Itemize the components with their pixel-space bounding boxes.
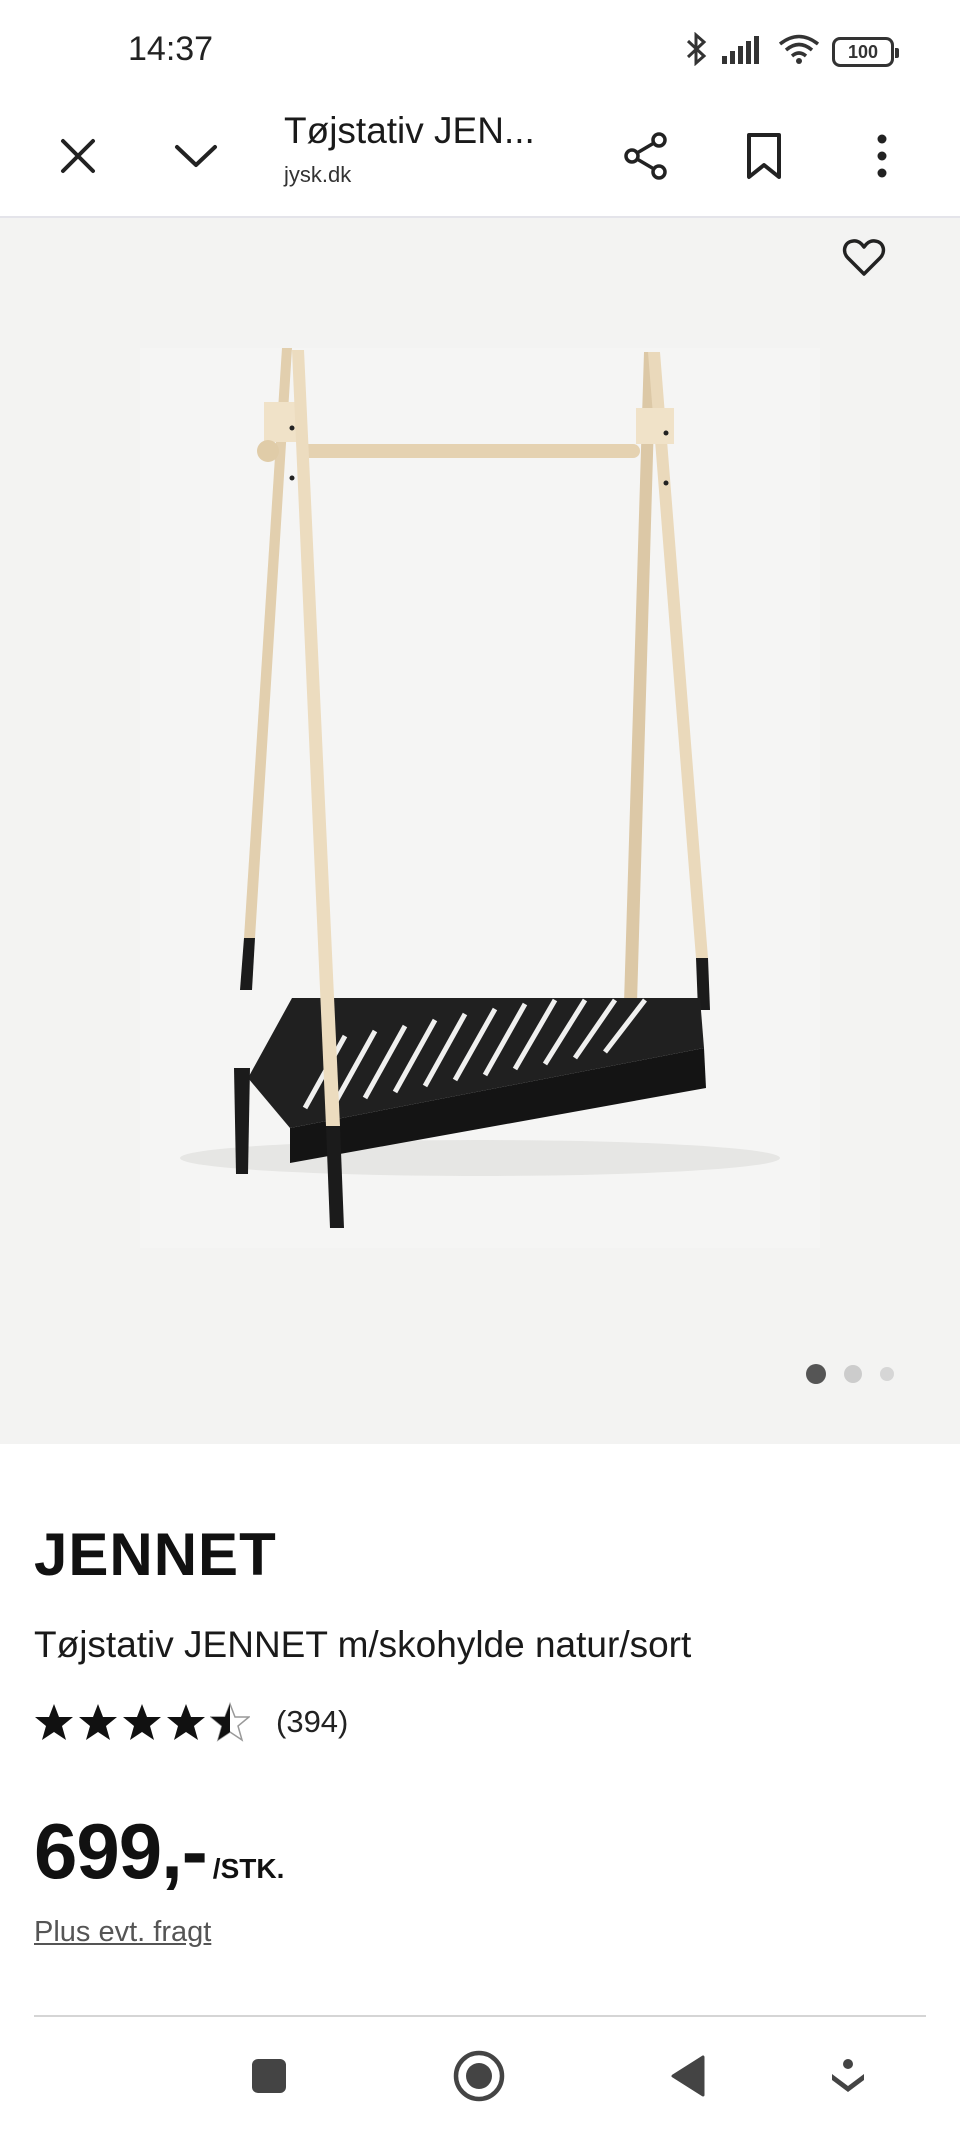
wifi-icon: [778, 33, 820, 70]
back-triangle-icon: [671, 2055, 705, 2097]
bookmark-button[interactable]: [726, 118, 802, 194]
home-circle-icon: [453, 2050, 505, 2102]
signal-icon: [722, 34, 766, 69]
review-count: (394): [276, 1704, 349, 1739]
chevron-down-icon: [175, 145, 217, 167]
browser-toolbar: Tøjstativ JEN... jysk.dk: [0, 96, 960, 218]
star-filled-icon: [79, 1704, 117, 1740]
share-icon: [624, 132, 667, 180]
star-half-icon: [210, 1702, 250, 1742]
system-nav-bar: [0, 2019, 960, 2133]
shipping-link[interactable]: Plus evt. fragt: [34, 1916, 211, 1949]
product-image: [140, 348, 820, 1248]
back-button[interactable]: [656, 2043, 722, 2109]
star-filled-icon: [167, 1704, 205, 1740]
pagination-dot[interactable]: [880, 1367, 894, 1381]
price-value: 699,-: [34, 1807, 208, 1895]
divider: [34, 2015, 926, 2017]
assistant-button[interactable]: [815, 2043, 881, 2109]
recent-apps-button[interactable]: [236, 2043, 302, 2109]
rating-stars: [34, 1702, 250, 1742]
heart-outline-icon: [842, 239, 886, 276]
product-gallery[interactable]: [0, 218, 960, 1444]
page-domain: jysk.dk: [284, 162, 352, 187]
status-time: 14:37: [128, 30, 214, 68]
product-name: Tøjstativ JENNET m/skohylde natur/sort: [34, 1624, 692, 1665]
battery-icon: 100: [832, 36, 899, 67]
assistant-icon: [832, 2059, 864, 2092]
clothes-rack-illustration: [180, 348, 780, 1228]
status-bar: 14:37 100: [0, 0, 960, 96]
price-unit: /STK.: [212, 1853, 285, 1884]
pagination-dot[interactable]: [844, 1365, 862, 1383]
minimize-button[interactable]: [158, 118, 234, 194]
close-icon: [61, 139, 95, 173]
favorite-button[interactable]: [842, 238, 894, 290]
page-title: Tøjstativ JEN...: [284, 110, 535, 151]
product-brand: JENNET: [34, 1521, 277, 1588]
square-icon: [252, 2059, 286, 2093]
home-button[interactable]: [446, 2043, 512, 2109]
share-button[interactable]: [608, 118, 684, 194]
more-options-button[interactable]: [844, 118, 920, 194]
more-vertical-icon: [877, 134, 887, 178]
gallery-pagination[interactable]: [806, 1364, 894, 1384]
bluetooth-icon: [684, 31, 710, 71]
star-filled-icon: [123, 1704, 161, 1740]
close-button[interactable]: [40, 118, 116, 194]
status-icons: 100: [684, 31, 899, 71]
star-filled-icon: [35, 1704, 73, 1740]
product-price: 699,- /STK.: [34, 1806, 284, 1897]
product-rating[interactable]: (394): [34, 1702, 348, 1742]
pagination-dot-active[interactable]: [806, 1364, 826, 1384]
bookmark-icon: [747, 133, 781, 179]
